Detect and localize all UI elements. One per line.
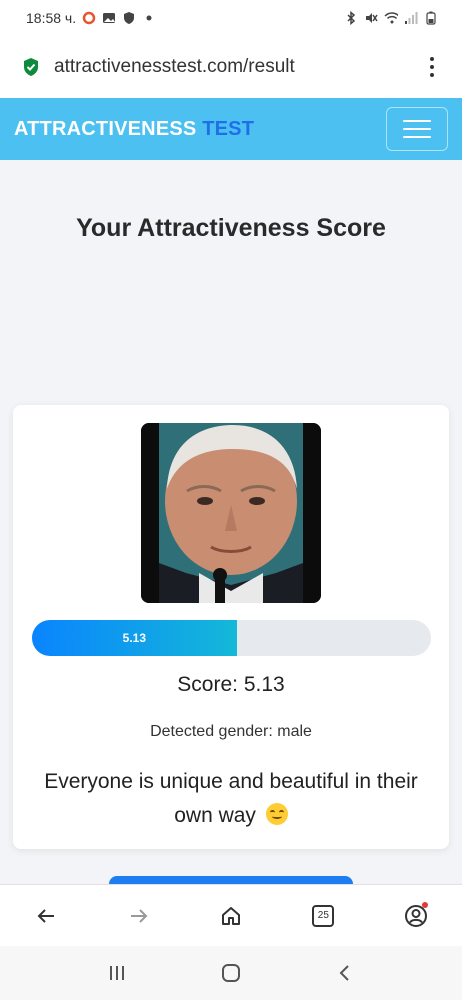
image-icon <box>102 11 116 25</box>
notification-dot <box>421 901 428 908</box>
site-logo[interactable]: ATTRACTIVENESS TEST <box>14 118 254 141</box>
home-circle-icon[interactable] <box>211 953 251 993</box>
home-icon[interactable] <box>211 896 251 936</box>
forward-arrow-icon[interactable] <box>119 896 159 936</box>
recents-icon[interactable] <box>97 953 137 993</box>
result-message-text: Everyone is unique and beautiful in thei… <box>44 770 418 827</box>
profile-icon[interactable] <box>396 896 436 936</box>
smiling-face-icon <box>265 803 288 825</box>
circle-icon <box>82 11 96 25</box>
wifi-icon <box>384 11 398 25</box>
shield-icon <box>122 11 136 25</box>
site-header: ATTRACTIVENESS TEST <box>0 98 462 160</box>
score-progress-bar: 5.13 <box>32 620 431 656</box>
secure-shield-icon <box>20 56 42 78</box>
score-text: Score: 5.13 <box>177 673 285 696</box>
result-card: 5.13 Score: 5.13 Detected gender: male E… <box>13 405 449 849</box>
system-navigation-bar <box>0 946 462 1000</box>
brand-name-part2: TEST <box>202 117 255 140</box>
tabs-icon: 25 <box>312 904 335 927</box>
status-bar: 18:58 ч. <box>0 0 462 36</box>
result-message: Everyone is unique and beautiful in thei… <box>29 765 433 833</box>
browser-toolbar: 25 <box>0 884 462 946</box>
score-progress-label: 5.13 <box>122 631 147 645</box>
user-photo <box>141 423 321 603</box>
score-progress-fill: 5.13 <box>32 620 237 656</box>
menu-toggle-button[interactable] <box>386 107 448 151</box>
signal-icon <box>404 11 418 25</box>
url-text[interactable]: attractivenesstest.com/result <box>54 56 422 78</box>
address-bar[interactable]: attractivenesstest.com/result <box>0 36 462 98</box>
tabs-button[interactable]: 25 <box>303 896 343 936</box>
dot-icon <box>142 11 156 25</box>
back-chevron-icon[interactable] <box>325 953 365 993</box>
page-title: Your Attractiveness Score <box>76 214 386 242</box>
brand-name-part1: ATTRACTIVENESS <box>14 117 197 140</box>
tab-count: 25 <box>317 910 329 921</box>
bluetooth-icon <box>344 11 358 25</box>
mute-icon <box>364 11 378 25</box>
back-arrow-icon[interactable] <box>26 896 66 936</box>
more-options-icon[interactable] <box>422 55 442 79</box>
status-time: 18:58 ч. <box>26 10 77 26</box>
detected-gender: Detected gender: male <box>150 723 312 740</box>
battery-icon <box>424 11 438 25</box>
